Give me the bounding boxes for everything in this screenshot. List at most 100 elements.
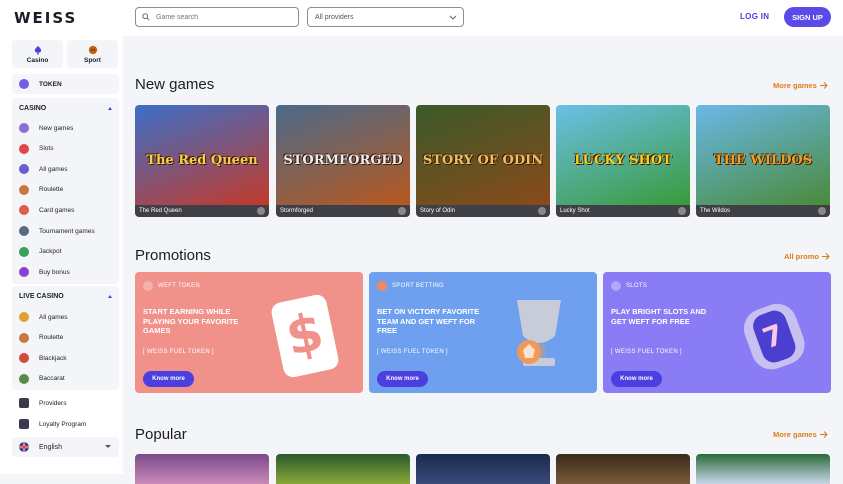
promo-card[interactable]: SPORT BETTING BET ON VICTORY FAVORITE TEA…	[369, 272, 597, 393]
sidebar-item-label: Roulette	[39, 186, 64, 194]
collapse-icon	[108, 294, 112, 298]
spade-icon	[34, 45, 41, 54]
uk-flag-icon	[19, 442, 29, 452]
search-box[interactable]	[135, 7, 299, 27]
blackjack-icon	[19, 353, 29, 364]
language-label: English	[39, 443, 62, 451]
promo-headline: START EARNING WHILE PLAYING YOUR FAVORIT…	[143, 307, 239, 335]
tab-casino[interactable]: Casino	[12, 40, 63, 68]
promo-tag-icon	[377, 281, 387, 291]
more-games-link[interactable]: More games	[773, 81, 828, 90]
sidebar-item-token[interactable]: TOKEN	[12, 74, 119, 94]
promo-headline: PLAY BRIGHT SLOTS AND GET WEFT FOR FREE	[611, 307, 707, 326]
game-thumbnail: The Red Queen	[135, 105, 269, 205]
sidebar-item-providers[interactable]: Providers	[12, 393, 119, 413]
sidebar-item-jackpot[interactable]: Jackpot	[12, 242, 119, 262]
sidebar-item-label: Roulette	[39, 334, 64, 342]
live-casino-section-header[interactable]: LIVE CASINO	[12, 286, 119, 306]
game-name: Stormforged	[280, 208, 314, 214]
game-art-title: LUCKY SHOT	[574, 153, 672, 168]
game-caption: Lucky Shot	[556, 205, 690, 217]
sidebar-item-label: All games	[39, 313, 68, 321]
popular-game-card[interactable]	[556, 454, 690, 484]
baccarat-icon	[19, 373, 29, 384]
sidebar-item-roulette[interactable]: Roulette	[12, 180, 119, 200]
provider-icon	[678, 207, 686, 215]
game-card[interactable]: STORMFORGED Stormforged	[276, 105, 410, 217]
sidebar-item-buy-bonus[interactable]: Buy bonus	[12, 262, 119, 282]
cards-icon	[19, 205, 29, 216]
signup-button[interactable]: SIGN UP	[784, 7, 831, 27]
provider-icon	[818, 207, 826, 215]
arrow-right-icon	[819, 82, 828, 89]
game-name: The Wildos	[700, 208, 731, 214]
game-card[interactable]: THE WILDOS The Wildos	[696, 105, 830, 217]
popular-game-card[interactable]	[416, 454, 550, 484]
promo-headline: BET ON VICTORY FAVORITE TEAM AND GET WEF…	[377, 307, 480, 335]
popular-game-card[interactable]	[276, 454, 410, 484]
promo-subtitle: [ WEISS FUEL TOKEN ]	[377, 349, 448, 355]
provider-icon	[538, 207, 546, 215]
game-card[interactable]: STORY OF ODIN Story of Odin	[416, 105, 550, 217]
game-art-title: The Red Queen	[146, 153, 258, 168]
game-thumbnail: STORY OF ODIN	[416, 105, 550, 205]
know-more-button[interactable]: Know more	[377, 371, 428, 387]
game-art-title: THE WILDOS	[713, 153, 813, 168]
sidebar: Casino Sport TOKEN CASINO New games Slots…	[0, 36, 123, 474]
promo-subtitle: [ WEISS FUEL TOKEN ]	[611, 349, 682, 355]
promo-tag-label: WEFT TOKEN	[158, 283, 201, 289]
game-name: Story of Odin	[420, 208, 456, 214]
tab-sport[interactable]: Sport	[67, 40, 118, 68]
game-caption: The Red Queen	[135, 205, 269, 217]
sidebar-item-slots[interactable]: Slots	[12, 139, 119, 159]
providers-select[interactable]: All providers	[307, 7, 464, 27]
sidebar-item-all-games[interactable]: All games	[12, 159, 119, 179]
game-art-title: STORMFORGED	[283, 153, 403, 168]
game-caption: Stormforged	[276, 205, 410, 217]
game-thumbnail: LUCKY SHOT	[556, 105, 690, 205]
game-art-title: STORY OF ODIN	[422, 153, 544, 168]
sidebar-item-new-games[interactable]: New games	[12, 118, 119, 138]
flame-icon	[19, 312, 29, 322]
sidebar-item-label: Slots	[39, 145, 54, 153]
chevron-down-icon	[449, 15, 457, 20]
main-content: New games More games The Red Queen The Re…	[123, 36, 843, 484]
crown-icon	[19, 123, 29, 133]
casino-section-header[interactable]: CASINO	[12, 98, 119, 118]
tab-casino-label: Casino	[26, 56, 49, 64]
sidebar-item-label: New games	[39, 124, 74, 132]
promo-subtitle: [ WEISS FUEL TOKEN ]	[143, 349, 214, 355]
language-selector[interactable]: English	[12, 437, 119, 457]
game-caption: The Wildos	[696, 205, 830, 217]
all-promo-link[interactable]: All promo	[784, 252, 830, 261]
popular-game-card[interactable]	[135, 454, 269, 484]
sidebar-item-label: Card games	[39, 206, 75, 214]
jackpot-icon	[19, 246, 29, 257]
game-card[interactable]: LUCKY SHOT Lucky Shot	[556, 105, 690, 217]
sidebar-item-tournament-games[interactable]: Tournament games	[12, 221, 119, 241]
game-card[interactable]: The Red Queen The Red Queen	[135, 105, 269, 217]
weiss-logo[interactable]: WEISS	[14, 9, 77, 27]
popular-game-card[interactable]	[696, 454, 830, 484]
tab-sport-label: Sport	[84, 56, 101, 64]
know-more-button[interactable]: Know more	[143, 371, 194, 387]
sidebar-item-roulette[interactable]: Roulette	[12, 328, 119, 348]
chevron-down-icon	[105, 445, 111, 448]
sidebar-item-loyalty[interactable]: Loyalty Program	[12, 414, 119, 434]
sidebar-item-all-games[interactable]: All games	[12, 307, 119, 327]
promo-tag-label: SPORT BETTING	[392, 283, 445, 289]
search-input[interactable]	[156, 13, 296, 21]
game-name: The Red Queen	[139, 208, 182, 214]
arrow-right-icon	[822, 253, 830, 260]
sidebar-item-card-games[interactable]: Card games	[12, 200, 119, 220]
promo-card[interactable]: WEFT TOKEN START EARNING WHILE PLAYING YO…	[135, 272, 363, 393]
login-button[interactable]: LOG IN	[740, 12, 769, 21]
more-popular-link[interactable]: More games	[773, 430, 828, 439]
know-more-button[interactable]: Know more	[611, 371, 662, 387]
promo-card[interactable]: SLOTS PLAY BRIGHT SLOTS AND GET WEFT FOR …	[603, 272, 831, 393]
promo-tag: WEFT TOKEN	[143, 281, 200, 291]
sidebar-item-blackjack[interactable]: Blackjack	[12, 348, 119, 368]
search-icon	[142, 13, 150, 21]
providers-select-value: All providers	[315, 13, 354, 21]
sidebar-item-baccarat[interactable]: Baccarat	[12, 369, 119, 389]
